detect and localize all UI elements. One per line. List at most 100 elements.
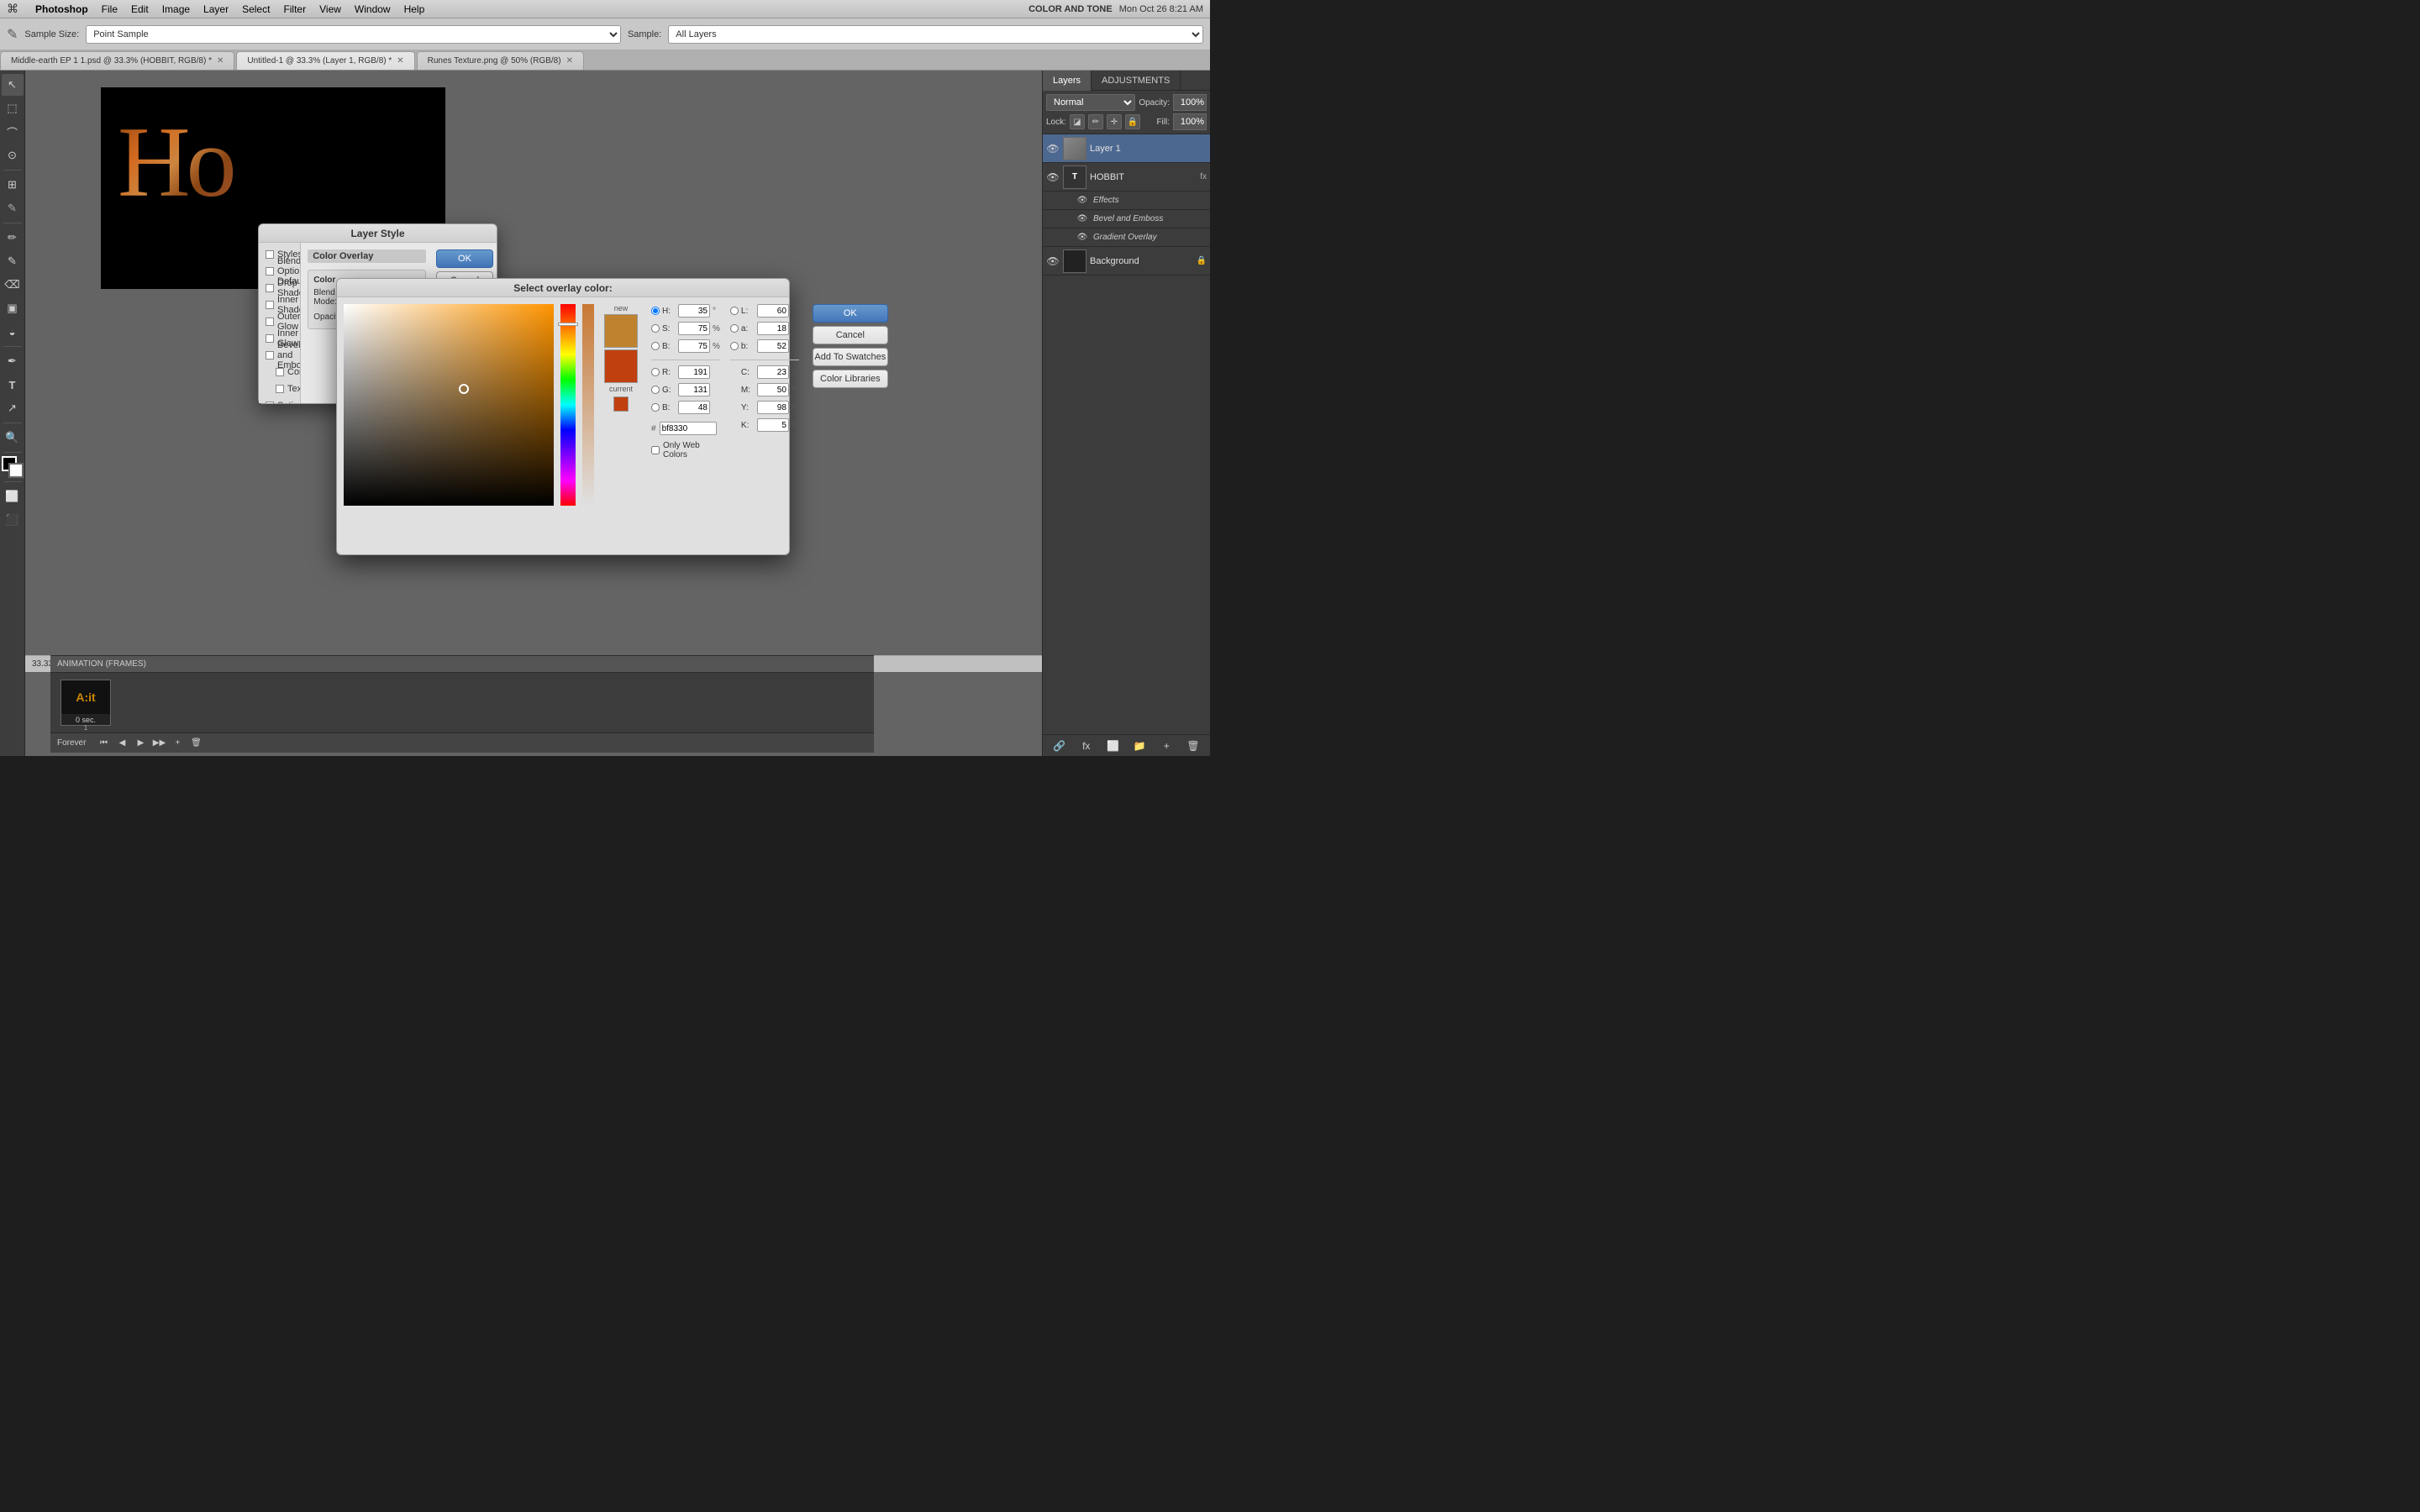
layer-menu[interactable]: Layer [203, 3, 229, 15]
cp-add-swatches-button[interactable]: Add To Swatches [813, 348, 888, 366]
tab-1-close[interactable]: ✕ [397, 56, 403, 66]
style-inner-shadow[interactable]: Inner Shadow [259, 297, 300, 313]
eyedropper-tool-tb[interactable]: ✎ [2, 197, 24, 219]
H-input[interactable] [678, 304, 710, 318]
tab-2-close[interactable]: ✕ [566, 56, 573, 66]
move-tool[interactable]: ↖ [2, 74, 24, 96]
alpha-slider[interactable] [582, 304, 594, 506]
C-input[interactable] [757, 365, 789, 379]
screen-mode-btn[interactable]: ⬛ [2, 509, 24, 531]
satin-checkbox[interactable] [266, 402, 274, 403]
new-layer-btn[interactable]: + [1158, 738, 1175, 754]
R-radio[interactable] [651, 368, 660, 376]
blending-checkbox[interactable] [266, 267, 274, 276]
path-tool[interactable]: ↗ [2, 397, 24, 419]
type-tool[interactable]: T [2, 374, 24, 396]
view-menu[interactable]: View [319, 3, 341, 15]
add-style-btn[interactable]: fx [1078, 738, 1095, 754]
clone-tool[interactable]: ✎ [2, 250, 24, 272]
G-input[interactable] [678, 383, 710, 396]
layer-item-layer1[interactable]: 👁 Layer 1 [1043, 134, 1210, 163]
zoom-tool[interactable]: 🔍 [2, 427, 24, 449]
bg-visibility[interactable]: 👁 [1046, 255, 1060, 268]
style-outer-glow[interactable]: Outer Glow [259, 313, 300, 330]
eraser-tool[interactable]: ⌫ [2, 274, 24, 296]
photoshop-menu[interactable]: Photoshop [35, 3, 88, 15]
brush-tool[interactable]: ✏ [2, 227, 24, 249]
hue-slider[interactable] [560, 304, 576, 506]
Y-input[interactable] [757, 401, 789, 414]
gradient-tool[interactable]: ▣ [2, 297, 24, 319]
file-menu[interactable]: File [102, 3, 118, 15]
anim-first-btn[interactable]: ⏮ [96, 737, 111, 750]
marquee-tool[interactable]: ⬚ [2, 97, 24, 119]
background-color[interactable] [8, 463, 24, 478]
help-menu[interactable]: Help [404, 3, 425, 15]
style-texture[interactable]: Texture [259, 381, 300, 397]
dodge-tool[interactable]: ◒ [2, 321, 24, 343]
b3-input[interactable] [757, 339, 789, 353]
style-blending[interactable]: Blending Options: Default [259, 263, 300, 280]
quick-select-tool[interactable]: ⊙ [2, 144, 24, 166]
animation-frame-1[interactable]: A:it 0 sec. 1 [60, 680, 111, 726]
lock-position-btn[interactable]: ✛ [1107, 114, 1122, 129]
style-drop-shadow[interactable]: Drop Shadow [259, 280, 300, 297]
gradient-overlay-effect[interactable]: 👁 Gradient Overlay [1043, 228, 1210, 247]
style-bevel-emboss[interactable]: Bevel and Emboss [259, 347, 300, 364]
styles-checkbox[interactable] [266, 250, 274, 259]
lock-pixels-btn[interactable]: ✏ [1088, 114, 1103, 129]
K-input[interactable] [757, 418, 789, 432]
anim-prev-btn[interactable]: ◀ [114, 737, 129, 750]
delete-layer-btn[interactable]: 🗑 [1185, 738, 1202, 754]
crop-tool[interactable]: ⊞ [2, 174, 24, 196]
anim-next-btn[interactable]: ▶▶ [151, 737, 166, 750]
effects-eye[interactable]: 👁 [1076, 195, 1088, 207]
hobbit-visibility[interactable]: 👁 [1046, 171, 1060, 184]
foreground-background-colors[interactable] [2, 456, 24, 478]
cp-ok-button[interactable]: OK [813, 304, 888, 323]
new-group-btn[interactable]: 📁 [1131, 738, 1148, 754]
sample-size-select[interactable]: Point Sample [86, 25, 621, 44]
R-input[interactable] [678, 365, 710, 379]
lock-all-btn[interactable]: 🔒 [1125, 114, 1140, 129]
edit-menu[interactable]: Edit [131, 3, 149, 15]
adjustments-tab[interactable]: ADJUSTMENTS [1092, 71, 1181, 91]
drop-shadow-checkbox[interactable] [266, 284, 274, 292]
hex-input[interactable] [660, 422, 717, 435]
inner-glow-checkbox[interactable] [266, 334, 274, 343]
link-layers-btn[interactable]: 🔗 [1051, 738, 1068, 754]
layer-item-background[interactable]: 👁 Background 🔒 [1043, 247, 1210, 276]
a-input[interactable] [757, 322, 789, 335]
eyedropper-tool[interactable]: ✎ [7, 26, 18, 43]
cp-color-libraries-button[interactable]: Color Libraries [813, 370, 888, 388]
tab-1[interactable]: Untitled-1 @ 33.3% (Layer 1, RGB/8) * ✕ [236, 51, 414, 70]
S-input[interactable] [678, 322, 710, 335]
outer-glow-checkbox[interactable] [266, 318, 274, 326]
tab-0[interactable]: Middle-earth EP 1 1.psd @ 33.3% (HOBBIT,… [0, 51, 234, 70]
B2-input[interactable] [678, 401, 710, 414]
M-input[interactable] [757, 383, 789, 396]
tab-0-close[interactable]: ✕ [217, 56, 224, 66]
S-radio[interactable] [651, 324, 660, 333]
layers-tab[interactable]: Layers [1043, 71, 1092, 91]
only-web-checkbox[interactable] [651, 446, 660, 454]
opacity-input[interactable] [1173, 94, 1207, 111]
bevel-emboss-checkbox[interactable] [266, 351, 274, 360]
texture-checkbox[interactable] [276, 385, 284, 393]
contour-checkbox[interactable] [276, 368, 284, 376]
color-gradient-area[interactable] [344, 304, 554, 506]
anim-delete-frame-btn[interactable]: 🗑 [188, 737, 203, 750]
anim-play-btn[interactable]: ▶ [133, 737, 148, 750]
image-menu[interactable]: Image [162, 3, 190, 15]
lock-transparency-btn[interactable]: ◪ [1070, 114, 1085, 129]
sample-select[interactable]: All Layers [668, 25, 1203, 44]
b3-radio[interactable] [730, 342, 739, 350]
fill-input[interactable] [1173, 113, 1207, 130]
H-radio[interactable] [651, 307, 660, 315]
cp-cancel-button[interactable]: Cancel [813, 326, 888, 344]
layer-blend-mode-select[interactable]: Normal [1046, 94, 1135, 111]
anim-add-frame-btn[interactable]: + [170, 737, 185, 750]
inner-shadow-checkbox[interactable] [266, 301, 274, 309]
layer-item-hobbit[interactable]: 👁 T HOBBIT fx [1043, 163, 1210, 192]
add-mask-btn[interactable]: ⬜ [1105, 738, 1122, 754]
